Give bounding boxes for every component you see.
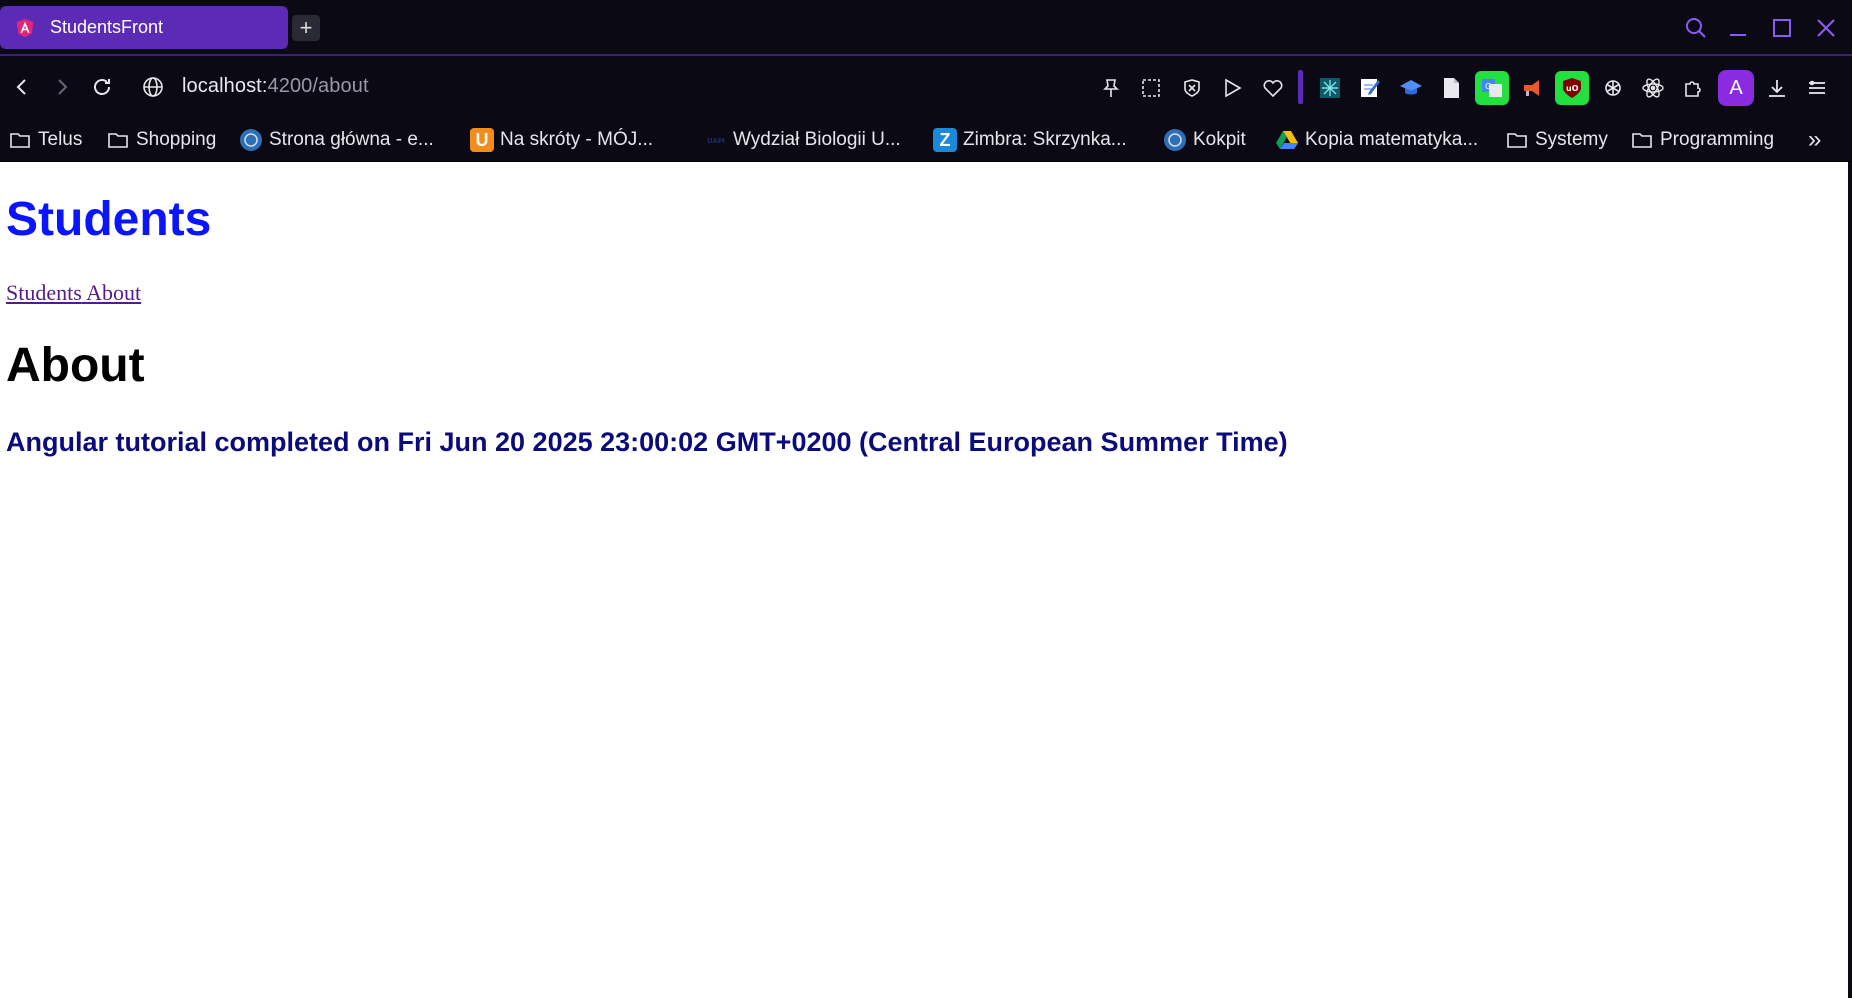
bookmark-na-skroty[interactable]: U Na skróty - MÓJ...	[470, 124, 653, 156]
adblock-x-icon[interactable]	[1175, 71, 1209, 105]
university-seal-icon	[1163, 128, 1187, 152]
bookmark-label: Zimbra: Skrzynka...	[963, 129, 1127, 150]
address-bar[interactable]: localhost:4200/about	[182, 75, 369, 98]
pin-icon[interactable]	[1094, 71, 1128, 105]
folder-icon	[1505, 128, 1529, 152]
university-seal-icon	[239, 128, 263, 152]
bookmarks-overflow-chevron-icon[interactable]: »	[1808, 124, 1821, 156]
bookmark-label: Programming	[1660, 129, 1775, 150]
tab-studentsfront[interactable]: StudentsFront	[0, 6, 288, 49]
reload-icon[interactable]	[86, 71, 118, 103]
maximize-icon[interactable]	[1766, 12, 1798, 44]
app-nav: Students About	[6, 280, 141, 306]
bookmark-systemy[interactable]: Systemy	[1505, 124, 1608, 156]
completion-message: Angular tutorial completed on Fri Jun 20…	[6, 427, 1288, 457]
bookmark-strona-glowna[interactable]: Strona główna - e...	[239, 124, 434, 156]
notes-extension-icon[interactable]	[1353, 71, 1387, 105]
bookmark-telus[interactable]: Telus	[8, 124, 82, 156]
scholar-extension-icon[interactable]	[1313, 71, 1347, 105]
u-badge-icon: U	[470, 128, 494, 152]
app-title: Students	[6, 193, 212, 246]
google-drive-icon	[1275, 128, 1299, 152]
faculty-logo-icon: UAM	[703, 128, 727, 152]
ublock-origin-icon[interactable]: uO	[1555, 71, 1589, 105]
bookmark-label: Shopping	[136, 129, 217, 150]
bookmark-zimbra[interactable]: Z Zimbra: Skrzynka...	[933, 124, 1127, 156]
bookmark-label: Kokpit	[1193, 129, 1246, 150]
download-icon[interactable]	[1760, 71, 1794, 105]
bookmark-label: Systemy	[1535, 129, 1608, 150]
document-extension-icon[interactable]	[1434, 71, 1468, 105]
bookmark-label: Kopia matematyka...	[1305, 129, 1479, 150]
folder-icon	[1630, 128, 1654, 152]
minimize-icon[interactable]	[1722, 12, 1754, 44]
bookmark-label: Strona główna - e...	[269, 129, 434, 150]
folder-icon	[106, 128, 130, 152]
nav-link-students[interactable]: Students	[6, 280, 82, 305]
close-window-icon[interactable]	[1810, 12, 1842, 44]
page-content: Students Students About About Angular tu…	[0, 162, 1848, 998]
tab-strip: StudentsFront +	[0, 0, 1852, 56]
svg-text:uO: uO	[1566, 84, 1579, 93]
nav-link-about[interactable]: About	[86, 280, 141, 305]
bookmark-label: Na skróty - MÓJ...	[500, 129, 654, 150]
megaphone-icon[interactable]	[1515, 71, 1549, 105]
site-info-globe-icon[interactable]	[137, 71, 169, 103]
bookmark-label: Wydział Biologii U...	[733, 129, 901, 150]
forward-icon[interactable]	[46, 71, 78, 103]
tab-title: StudentsFront	[50, 17, 164, 37]
react-devtools-icon[interactable]	[1636, 71, 1670, 105]
toolbar-divider	[1298, 70, 1303, 104]
zimbra-icon: Z	[933, 128, 957, 152]
chatgpt-icon[interactable]	[1596, 71, 1630, 105]
bookmark-shopping[interactable]: Shopping	[106, 124, 216, 156]
url-host: localhost:	[182, 75, 268, 97]
translate-extension-icon[interactable]: G	[1475, 71, 1509, 105]
bookmark-wydzial-biologii[interactable]: UAM Wydział Biologii U...	[703, 124, 901, 156]
new-tab-button[interactable]: +	[292, 15, 320, 41]
window-right-edge	[1848, 162, 1852, 998]
bookmark-kokpit[interactable]: Kokpit	[1163, 124, 1246, 156]
angular-icon	[14, 17, 36, 39]
extensions-puzzle-icon[interactable]	[1677, 71, 1711, 105]
bookmarks-bar: Telus Shopping Strona główna - e... U Na…	[0, 118, 1852, 162]
screenshot-icon[interactable]	[1134, 71, 1168, 105]
heart-icon[interactable]	[1256, 71, 1290, 105]
profile-avatar[interactable]: A	[1718, 70, 1754, 106]
bookmark-programming[interactable]: Programming	[1630, 124, 1774, 156]
folder-icon	[8, 128, 32, 152]
svg-text:UAM: UAM	[707, 137, 725, 145]
bookmark-label: Telus	[38, 129, 83, 150]
search-tabs-icon[interactable]	[1680, 12, 1712, 44]
play-icon[interactable]	[1215, 71, 1249, 105]
back-icon[interactable]	[6, 71, 38, 103]
svg-text:G: G	[1485, 82, 1491, 91]
page-heading: About	[6, 339, 145, 392]
bookmark-kopia-matematyka[interactable]: Kopia matematyka...	[1275, 124, 1478, 156]
navigation-bar: localhost:4200/about G uO A	[0, 56, 1852, 162]
menu-icon[interactable]	[1800, 71, 1834, 105]
graduation-cap-icon[interactable]	[1394, 71, 1428, 105]
url-path: 4200/about	[267, 75, 369, 97]
